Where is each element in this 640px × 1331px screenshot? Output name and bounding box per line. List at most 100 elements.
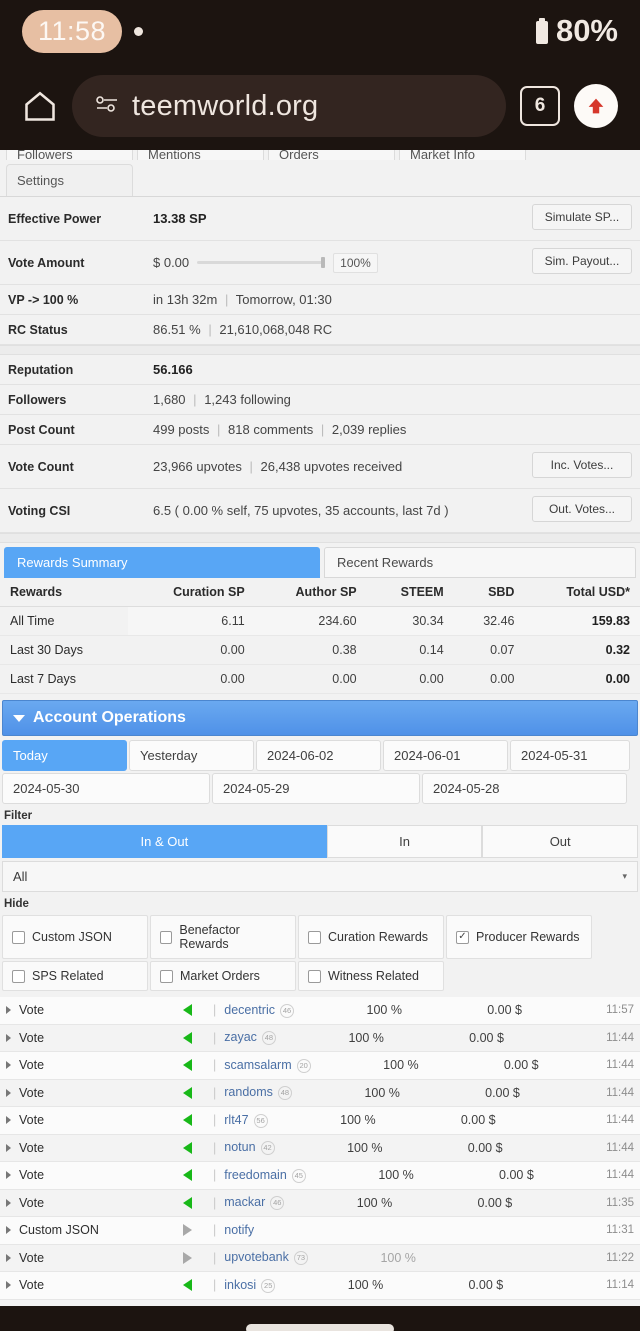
column-separator: | [213,1250,217,1265]
operation-row[interactable]: Vote | notun 42 100 % 0.00 $ 11:44 [0,1134,640,1162]
account-link[interactable]: scamsalarm 20 [224,1058,311,1073]
expand-chevron-icon[interactable] [6,1171,11,1180]
expand-chevron-icon[interactable] [6,1281,11,1290]
nav-tab-followers[interactable]: Followers [6,150,133,160]
account-link[interactable]: humanlogic25 [224,1305,307,1306]
account-link[interactable]: notun 42 [224,1140,275,1156]
column-separator: | [213,1085,217,1100]
date-tab-2024-05-31[interactable]: 2024-05-31 [510,740,630,771]
expand-chevron-icon[interactable] [6,1253,11,1262]
direction-indicator [169,1059,205,1072]
sbd-value: 32.46 [453,606,525,636]
column-separator: | [213,1168,217,1183]
operation-type-label: Vote [19,1003,45,1018]
operations-list: Vote | decentric 46 100 % 0.00 $ 11:57 Vote | zay… [0,997,640,1306]
author-sp-value: 234.60 [254,606,367,636]
tab-recent-rewards[interactable]: Recent Rewards [324,547,636,578]
filter-in-button[interactable]: In [326,825,483,858]
expand-chevron-icon[interactable] [6,1088,11,1097]
account-link[interactable]: zayac 48 [224,1030,276,1046]
direction-indicator [169,1004,205,1017]
account-link[interactable]: inkosi 25 [224,1278,276,1293]
tab-rewards-summary[interactable]: Rewards Summary [4,547,320,578]
steem-value: 30.34 [366,606,454,636]
date-tab-2024-05-28[interactable]: 2024-05-28 [422,773,627,804]
operation-type-label: Vote [19,1195,45,1210]
date-tab-2024-05-30[interactable]: 2024-05-30 [2,773,210,804]
operation-row[interactable]: Vote | mackar 46 100 % 0.00 $ 11:35 [0,1189,640,1217]
date-tab-2024-05-29[interactable]: 2024-05-29 [212,773,420,804]
checkbox-custom-json[interactable]: Custom JSON [2,915,148,959]
period-label: Last 7 Days [0,664,129,694]
value-separator: | [217,422,221,437]
vote-percent-value: 100 % [348,1030,384,1045]
nav-tab-settings[interactable]: Settings [6,164,133,196]
date-tab-2024-06-01[interactable]: 2024-06-01 [383,740,508,771]
account-link[interactable]: rlt47 56 [224,1113,268,1128]
date-tab-yesterday[interactable]: Yesterday [129,740,254,771]
sim-payout-button[interactable]: Sim. Payout... [532,248,632,274]
operation-row[interactable]: Custom JSON | notify 11:31 [0,1217,640,1245]
filter-type-select[interactable]: All ▾ [2,861,638,892]
url-bar[interactable]: teemworld.org [72,75,506,137]
effective-power-value: 13.38 SP [153,211,207,226]
column-separator: | [213,1278,217,1293]
expand-chevron-icon[interactable] [6,1061,11,1070]
operation-row[interactable]: Vote | randoms 48 100 % 0.00 $ 11:44 [0,1079,640,1107]
operation-type-label: Vote [19,1140,45,1155]
expand-chevron-icon[interactable] [6,1006,11,1015]
expand-chevron-icon[interactable] [6,1033,11,1042]
operation-row[interactable]: Vote | upvotebank 73 100 % 11:22 [0,1244,640,1272]
vote-amount-slider[interactable] [197,257,326,268]
nav-tab-mentions[interactable]: Mentions [137,150,264,160]
expand-chevron-icon[interactable] [6,1198,11,1207]
account-link[interactable]: upvotebank 73 [224,1250,308,1266]
tab-switcher-button[interactable]: 6 [520,86,560,126]
nav-tab-orders[interactable]: Orders [268,150,395,160]
outgoing-votes-button[interactable]: Out. Votes... [532,496,632,522]
filter-out-button[interactable]: Out [482,825,638,858]
nav-tab-market-info[interactable]: Market Info [399,150,526,160]
table-row-vote-count: Vote Count 23,966 upvotes | 26,438 upvot… [0,445,640,489]
operation-row[interactable]: Vote|humanlogic25100 %0.00 $11:14 [0,1299,640,1306]
expand-chevron-icon[interactable] [6,1226,11,1235]
operation-type-label: Vote [19,1250,45,1265]
checkbox-market-orders[interactable]: Market Orders [150,961,296,991]
vote-percent-value: 100 % [356,1195,393,1210]
filter-in-and-out-button[interactable]: In & Out [2,825,327,858]
vote-amount-value: $ 0.00 [153,255,190,270]
incoming-votes-button[interactable]: Inc. Votes... [532,452,632,478]
account-operations-header[interactable]: Account Operations [2,700,638,736]
reputation-badge: 48 [277,1086,292,1101]
operation-row[interactable]: Vote | inkosi 25 100 % 0.00 $ 11:14 [0,1272,640,1300]
checkbox-benefactor-rewards[interactable]: Benefactor Rewards [150,915,296,959]
account-link[interactable]: randoms 48 [224,1085,292,1101]
date-tab-2024-06-02[interactable]: 2024-06-02 [256,740,381,771]
checkbox-sps-related[interactable]: SPS Related [2,961,148,991]
account-link[interactable]: decentric 46 [224,1003,294,1018]
date-tab-bar: Today Yesterday 2024-06-02 2024-06-01 20… [0,736,640,804]
expand-chevron-icon[interactable] [6,1143,11,1152]
operation-row[interactable]: Vote | scamsalarm 20 100 % 0.00 $ 11:44 [0,1052,640,1080]
date-tab-today[interactable]: Today [2,740,127,771]
checkbox-witness-related[interactable]: Witness Related [298,961,444,991]
home-gesture-pill[interactable] [246,1323,394,1331]
column-separator: | [213,1030,217,1045]
home-icon[interactable] [22,88,58,124]
checkbox-curation-rewards[interactable]: Curation Rewards [298,915,444,959]
operation-row[interactable]: Vote | rlt47 56 100 % 0.00 $ 11:44 [0,1107,640,1135]
scroll-to-top-button[interactable] [574,84,618,128]
simulate-sp-button[interactable]: Simulate SP... [532,204,632,230]
url-text: teemworld.org [132,89,319,122]
expand-chevron-icon[interactable] [6,1116,11,1125]
incoming-arrow-icon [182,1114,192,1127]
operation-row[interactable]: Vote | decentric 46 100 % 0.00 $ 11:57 [0,997,640,1025]
account-link[interactable]: notify [224,1223,254,1237]
account-link[interactable]: freedomain 45 [224,1168,306,1183]
checkbox-producer-rewards[interactable]: ✓ Producer Rewards [446,915,592,959]
checkbox-label: Custom JSON [32,930,112,944]
operation-row[interactable]: Vote | freedomain 45 100 % 0.00 $ 11:44 [0,1162,640,1190]
account-link[interactable]: mackar 46 [224,1195,285,1211]
site-settings-icon[interactable] [94,94,120,119]
operation-row[interactable]: Vote | zayac 48 100 % 0.00 $ 11:44 [0,1024,640,1052]
